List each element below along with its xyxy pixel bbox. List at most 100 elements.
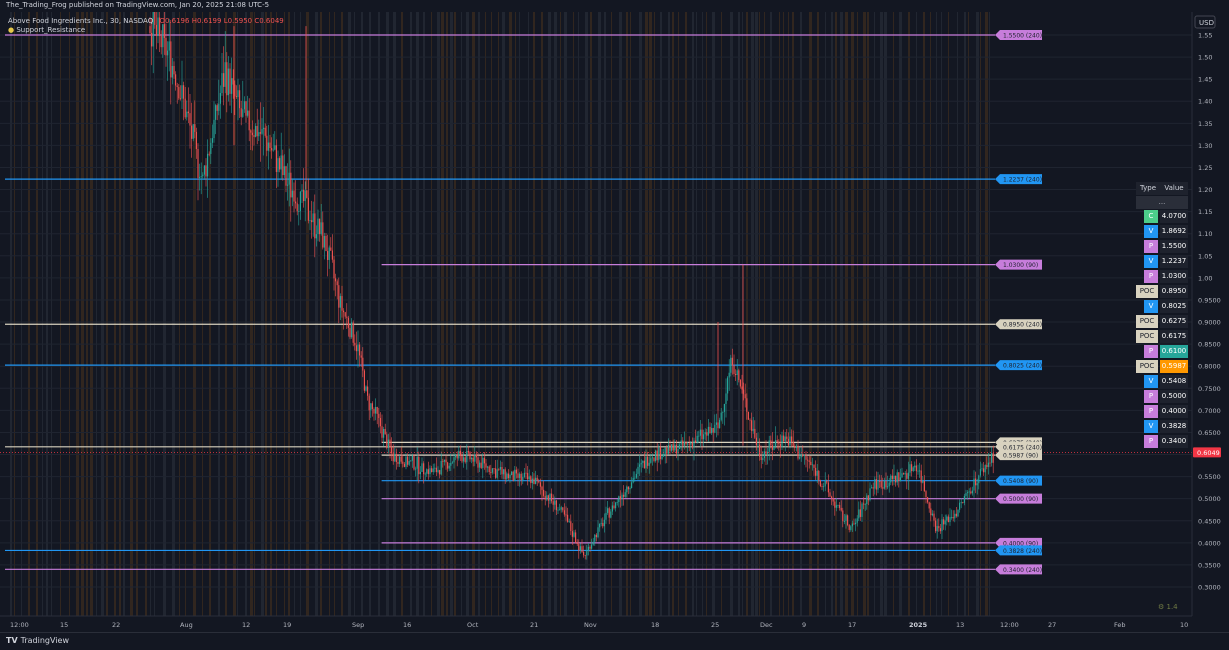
candle-body	[591, 544, 593, 549]
price-tick-label: 0.5500	[1198, 473, 1221, 481]
candle-body	[320, 222, 322, 235]
candle-body	[887, 486, 889, 488]
candle-body	[944, 520, 946, 525]
candle-body	[507, 473, 509, 479]
session-band	[10, 12, 12, 616]
candle-body	[904, 473, 906, 475]
price-tick-label: 0.6500	[1198, 429, 1221, 437]
price-tick-label: 1.05	[1198, 252, 1212, 260]
candle-body	[685, 441, 687, 445]
session-band	[770, 12, 772, 616]
candle-body	[791, 436, 793, 442]
candle-body	[482, 457, 484, 468]
candle-body	[861, 503, 863, 517]
candle-body	[607, 508, 609, 513]
candle-body	[949, 516, 951, 523]
candle-body	[594, 534, 596, 542]
candle-body	[717, 422, 719, 429]
session-band	[461, 12, 462, 616]
candle-body	[416, 456, 418, 469]
published-info: The_Trading_Frog published on TradingVie…	[6, 1, 270, 9]
session-band	[692, 12, 694, 616]
candle-body	[562, 507, 564, 511]
candle-body	[554, 500, 556, 505]
candle-body	[322, 222, 324, 248]
candle-body	[568, 521, 570, 523]
candle-body	[250, 130, 252, 133]
symbol-legend[interactable]: Above Food Ingredients Inc., 30, NASDAQ …	[8, 17, 284, 25]
candle-body	[149, 26, 151, 33]
candle-body	[221, 73, 223, 94]
candle-body	[240, 108, 242, 117]
price-chart[interactable]: 1.5500 (240) 1.2237 (240) 1.0300 (90) 0.895…	[0, 12, 1229, 632]
candle-body	[155, 24, 157, 36]
candle-body	[901, 473, 903, 478]
candle-body	[975, 478, 977, 486]
price-tick-label: 0.9000	[1198, 319, 1221, 327]
candle-body	[335, 278, 337, 282]
session-band	[485, 12, 486, 616]
candle-body	[872, 487, 874, 489]
candle-body	[589, 546, 591, 549]
frog-icon: ●	[8, 26, 15, 34]
candle-body	[690, 442, 692, 445]
session-band	[491, 12, 492, 616]
candle-body	[352, 322, 354, 343]
time-tick-label: Sep	[352, 621, 364, 629]
candle-body	[859, 509, 861, 517]
price-tick-label: 1.45	[1198, 76, 1212, 84]
session-band	[863, 12, 866, 616]
session-band	[401, 12, 403, 616]
candle-body	[749, 419, 751, 421]
candle-body	[623, 494, 625, 497]
candle-body	[498, 469, 500, 471]
session-band	[800, 12, 802, 616]
candle-body	[971, 490, 973, 494]
session-band	[423, 12, 425, 616]
level-tag-label: 0.8950 (240)	[1003, 322, 1042, 329]
candle-body	[651, 457, 653, 459]
tradingview-logo[interactable]: TV TradingView	[6, 636, 69, 645]
candle-body	[544, 495, 546, 500]
candle-body	[495, 468, 497, 478]
candle-body	[314, 213, 316, 239]
session-band	[498, 12, 499, 616]
candle-body	[178, 87, 180, 99]
candle-body	[571, 531, 573, 537]
candle-body	[535, 477, 537, 484]
candle-body	[426, 469, 428, 474]
session-band	[369, 12, 371, 616]
candle-body	[715, 422, 717, 425]
table-value-cell: 0.8025	[1160, 300, 1188, 313]
session-band	[294, 12, 295, 616]
candle-body	[959, 502, 961, 510]
candle-body	[355, 345, 357, 352]
candle-body	[840, 507, 842, 511]
session-band	[948, 12, 949, 616]
price-tick-label: 1.55	[1198, 32, 1212, 40]
candle-body	[325, 235, 327, 252]
candle-body	[747, 411, 749, 420]
session-band	[645, 12, 648, 616]
candle-body	[317, 218, 319, 235]
candle-body	[842, 510, 844, 522]
table-type-cell: V	[1144, 225, 1158, 238]
candle-body	[227, 68, 229, 96]
candle-body	[299, 191, 301, 212]
candle-body	[875, 479, 877, 490]
indicator-legend[interactable]: ● Support_Resistance	[8, 26, 85, 34]
indicator-watermark: ⚙ 1.4	[1158, 603, 1178, 611]
candle-body	[573, 532, 575, 537]
table-type-cell: POC	[1136, 360, 1158, 373]
candle-body	[730, 357, 732, 373]
table-type-cell: P	[1144, 240, 1158, 253]
candle-body	[976, 483, 978, 486]
candle-body	[754, 428, 756, 438]
candle-body	[442, 460, 444, 462]
last-price-label: 0.6049	[1197, 449, 1220, 457]
candle-body	[344, 312, 346, 317]
candle-body	[330, 247, 332, 251]
candle-body	[443, 459, 445, 462]
candle-body	[343, 310, 345, 313]
session-band	[884, 12, 887, 616]
